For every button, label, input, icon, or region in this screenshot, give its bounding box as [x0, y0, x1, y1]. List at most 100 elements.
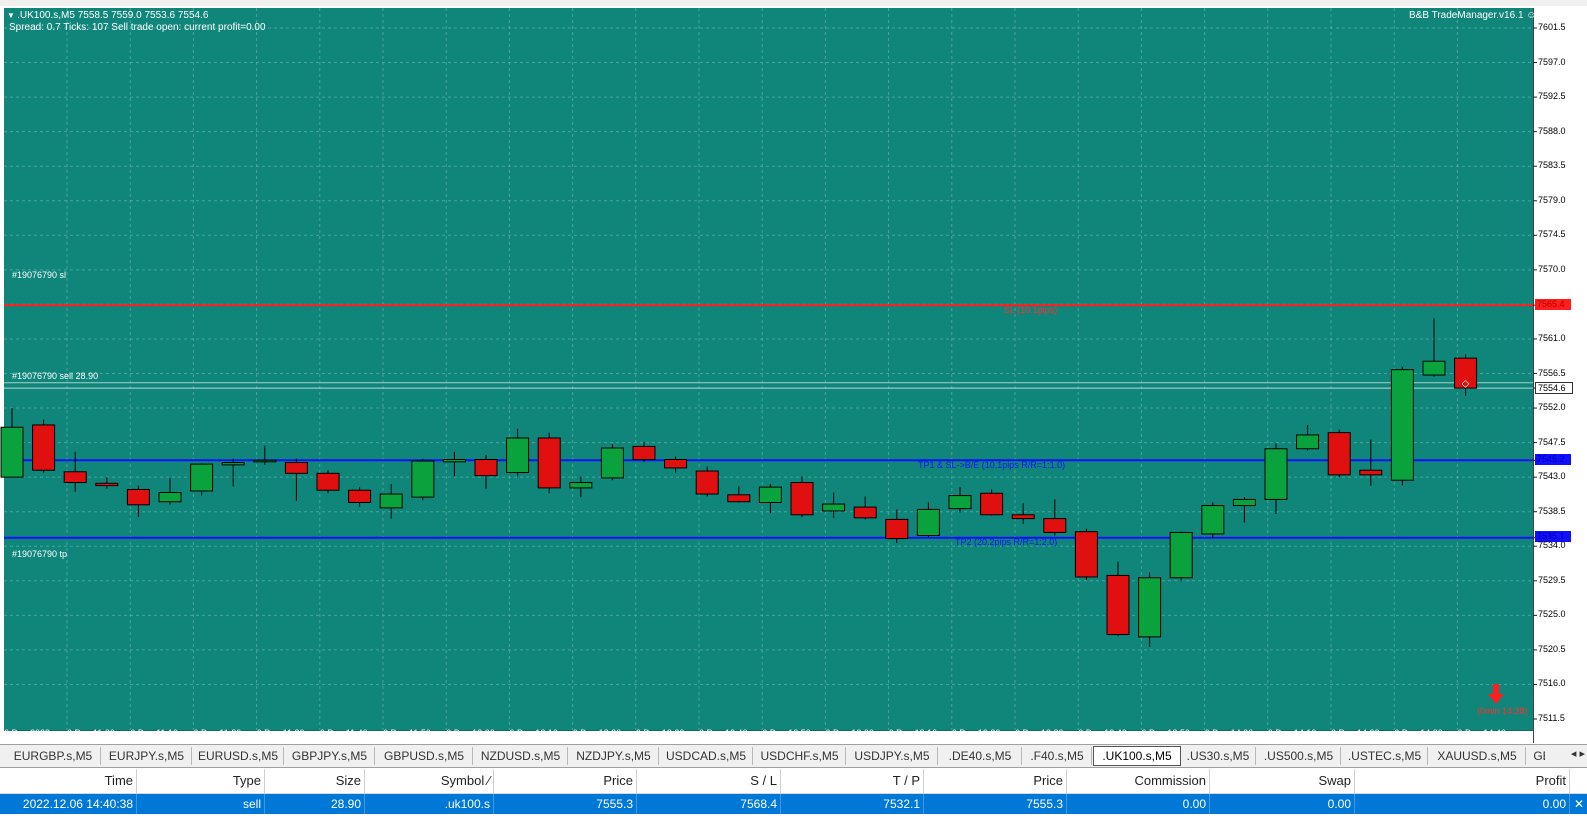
y-axis-tick-label: 7556.5: [1538, 367, 1566, 378]
column-header-symbol[interactable]: Symbol ⁄: [365, 769, 494, 793]
chart-header-info: ▼ .UK100.s,M5 7558.5 7559.0 7553.6 7554.…: [7, 10, 208, 21]
candle-bull: [158, 492, 182, 503]
x-axis-tick-label: 6 Dec 13:10: [888, 728, 938, 738]
table-cell-s-l: 7568.4: [637, 794, 781, 814]
candle-bear: [126, 488, 150, 506]
candle-bear: [885, 518, 909, 540]
candle-bull: [1264, 448, 1288, 500]
column-header-profit[interactable]: Profit: [1355, 769, 1570, 793]
x-axis-tick-label: 6 Dec 12:10: [509, 728, 558, 738]
spread-ticks-status: Spread: 0.7 Ticks: 107 Sell trade open: …: [9, 22, 266, 33]
y-axis-tick-label: 7579.0: [1538, 194, 1566, 205]
y-axis-tick-label: 7520.5: [1538, 643, 1566, 654]
x-axis-tick-label: 6 Dec 13:40: [1078, 728, 1127, 738]
y-axis-tick-label: 7570.0: [1538, 263, 1566, 274]
candle-bull: [221, 462, 245, 466]
x-axis-tick-label: 6 Dec 11:00: [67, 728, 115, 738]
candle-bear: [664, 458, 688, 469]
column-header-time[interactable]: Time: [0, 769, 137, 793]
trade-table-header: Time Type Size Symbol ⁄ Price S / LT / P Price…: [0, 769, 1587, 794]
table-cell-size: 28.90: [265, 794, 365, 814]
tab-eurjpy-s-m5[interactable]: EURJPY.s,M5: [102, 747, 192, 765]
y-axis-tick-label: 7588.0: [1538, 125, 1566, 136]
column-header-swap[interactable]: Swap: [1210, 769, 1355, 793]
tab-xauusd-s-m5[interactable]: XAUUSD.s,M5: [1429, 747, 1526, 765]
x-axis-tick-label: 6 Dec 11:20: [193, 728, 242, 738]
chart-canvas[interactable]: ◇: [0, 6, 1587, 743]
tab-eurgbp-s-m5[interactable]: EURGBP.s,M5: [6, 747, 101, 765]
column-header-t-p[interactable]: T / P: [781, 769, 924, 793]
x-axis-tick-label: 6 Dec 14:10: [1267, 728, 1317, 738]
candle-timer-label: (0min 14:38): [1477, 706, 1528, 716]
table-row[interactable]: 2022.12.06 14:40:38 sell 28.90 .uk100.s 7555…: [0, 794, 1587, 814]
x-axis-tick-label: 6 Dec 12:40: [699, 728, 748, 738]
candle-bear: [1011, 514, 1035, 520]
y-axis-tick-label: 7547.5: [1538, 436, 1566, 447]
table-cell-price: 7555.3: [494, 794, 637, 814]
price-chart[interactable]: ◇ ▼ .UK100.s,M5 7558.5 7559.0 7553.6 755…: [0, 6, 1587, 743]
candle-bear: [727, 494, 751, 503]
order-sell-label: #19076790 sell 28.90: [12, 371, 99, 381]
candle-bull: [253, 459, 277, 463]
sl-price-box: 7565.4: [1535, 299, 1571, 310]
table-cell-profit: 0.00: [1355, 794, 1570, 814]
tp1-line-label: TP1 & SL->B/E (10.1pips R/R=1:1.0): [918, 460, 1066, 470]
tab-us30-s-m5[interactable]: .US30.s,M5: [1181, 747, 1256, 765]
column-header-commission[interactable]: Commission: [1067, 769, 1210, 793]
y-axis-tick-label: 7601.5: [1538, 22, 1566, 32]
tab-usdjpy-s-m5[interactable]: USDJPY.s,M5: [847, 747, 938, 765]
x-axis-tick-label: 6 Dec 11:50: [383, 728, 431, 738]
x-axis-tick-label: 6 Dec 13:50: [1141, 728, 1190, 738]
y-axis-tick-label: 7597.0: [1538, 56, 1566, 67]
x-axis-tick-label: 6 Dec 12:00: [446, 728, 495, 738]
y-axis-tick-label: 7583.5: [1538, 160, 1566, 171]
bid-price-box: 7554.6: [1535, 382, 1573, 394]
y-axis-tick-label: 7552.0: [1538, 402, 1566, 413]
candle-bear: [95, 482, 119, 487]
column-header-price[interactable]: Price: [924, 769, 1067, 793]
tab-f40-s-m5[interactable]: .F40.s,M5: [1023, 747, 1092, 765]
candle-bull: [600, 447, 624, 479]
x-axis-tick-label: 6 Dec 11:30: [256, 728, 305, 738]
tab-gbpusd-s-m5[interactable]: GBPUSD.s,M5: [376, 747, 473, 765]
tab-usdcad-s-m5[interactable]: USDCAD.s,M5: [660, 747, 753, 765]
tab-scroll-arrows-icon[interactable]: ◂ ▸: [1545, 747, 1585, 765]
column-header-type[interactable]: Type: [137, 769, 265, 793]
tp1-price-box: 7545.2: [1535, 454, 1571, 465]
x-axis-tick-label: 6 Dec 14:30: [1394, 728, 1443, 738]
candle-bear: [63, 471, 87, 484]
y-axis-tick-label: 7574.5: [1538, 229, 1566, 240]
x-axis-tick-label: 6 Dec 13:20: [951, 728, 1001, 738]
tab-nzdusd-s-m5[interactable]: NZDUSD.s,M5: [474, 747, 568, 765]
candle-bear: [980, 492, 1004, 516]
sl-line-label: SL (10.1pips): [1004, 305, 1058, 315]
column-header-price[interactable]: Price: [494, 769, 637, 793]
tab-de40-s-m5[interactable]: .DE40.s,M5: [939, 747, 1022, 765]
tab-usdchf-s-m5[interactable]: USDCHF.s,M5: [754, 747, 846, 765]
tab-uk100-s-m5[interactable]: .UK100.s,M5: [1093, 746, 1181, 766]
candle-bear: [348, 489, 372, 503]
y-axis-tick-label: 7592.5: [1538, 91, 1566, 102]
candle-bull: [1422, 360, 1446, 376]
tab-nzdjpy-s-m5[interactable]: NZDJPY.s,M5: [569, 747, 659, 765]
candle-bear: [695, 470, 719, 495]
indicator-name-label: B&B TradeManager.v16.1 ☺: [1409, 10, 1537, 21]
candle-bull: [758, 486, 782, 503]
tab-ustec-s-m5[interactable]: .USTEC.s,M5: [1342, 747, 1428, 765]
symbol-tab-bar: EURGBP.s,M5 EURJPY.s,M5 EURUSD.s,M5 GBPJPY.…: [0, 744, 1587, 768]
tab-us500-s-m5[interactable]: .US500.s,M5: [1257, 747, 1341, 765]
candle-bear: [853, 506, 877, 519]
candle-bull: [1201, 505, 1225, 535]
tab-eurusd-s-m5[interactable]: EURUSD.s,M5: [193, 747, 284, 765]
column-header-s-l[interactable]: S / L: [637, 769, 781, 793]
candle-bull: [411, 460, 435, 498]
close-position-icon[interactable]: ✕: [1570, 794, 1587, 814]
collapse-arrow-icon[interactable]: ▼: [7, 11, 17, 20]
y-axis-tick-label: 7511.5: [1538, 713, 1565, 723]
table-cell-symbol: .uk100.s: [365, 794, 494, 814]
x-axis-tick-label: 6 Dec 12:30: [635, 728, 685, 738]
column-header-size[interactable]: Size: [265, 769, 365, 793]
trade-entry-marker-icon: ◇: [1462, 379, 1470, 390]
tab-gbpjpy-s-m5[interactable]: GBPJPY.s,M5: [285, 747, 375, 765]
candle-bear: [1106, 574, 1130, 636]
